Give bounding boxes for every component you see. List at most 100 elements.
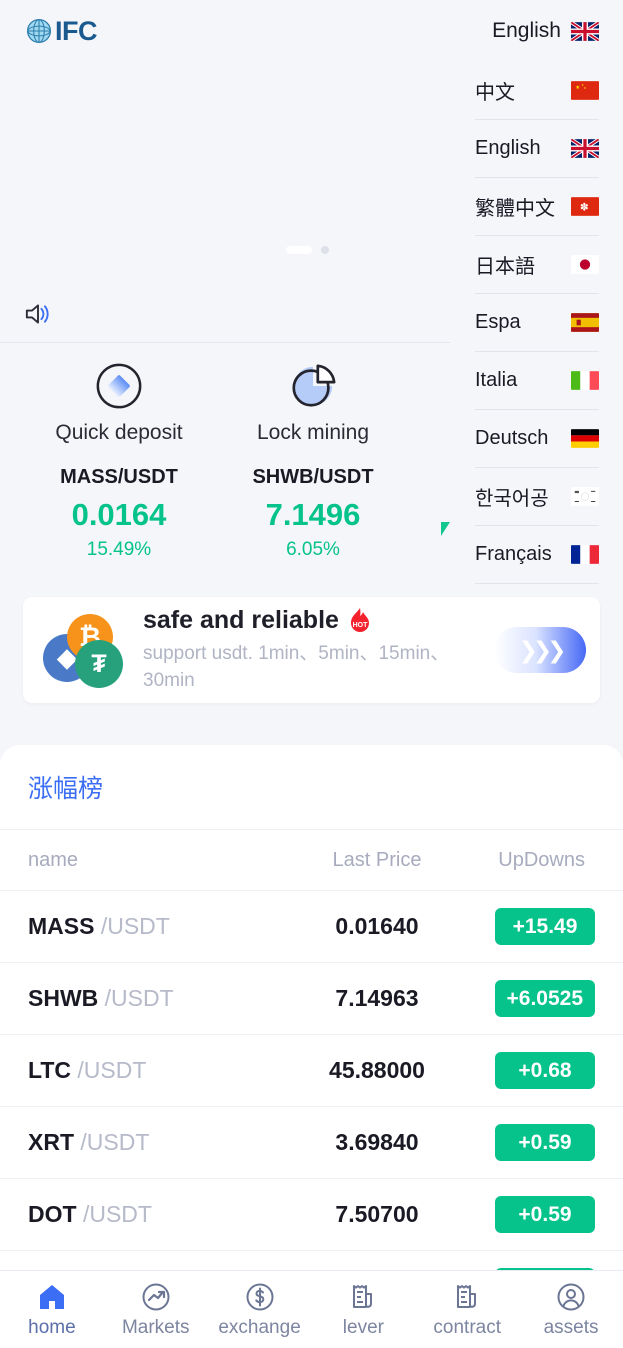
nav-item-assets[interactable]: assets <box>519 1281 623 1339</box>
quick-action-lock-mining[interactable]: Lock mining SHWB/USDT 7.1496 6.05% <box>216 360 410 561</box>
app-root: IFC English 中文 ★ ★ ★ English 繁體中文 ✽ 日本語 … <box>0 0 623 1348</box>
tether-icon: ₮ <box>75 640 123 688</box>
flag-cn-icon: ★ ★ ★ <box>571 81 599 100</box>
language-option-label: Espa <box>475 311 521 333</box>
market-change-cell: +6.0525 <box>474 980 595 1017</box>
market-symbol: XRT <box>28 1129 74 1155</box>
language-option-fr[interactable]: Français <box>475 526 599 584</box>
status-badge: +0.59 <box>495 1196 595 1233</box>
brand-logo[interactable]: IFC <box>26 15 98 47</box>
globe-icon <box>26 18 52 44</box>
chevron-triple-right-icon[interactable]: ❯❯❯ <box>494 627 586 673</box>
ticker-change: 6.05% <box>286 539 340 560</box>
flag-kr-icon <box>571 487 599 506</box>
market-quote: /USDT <box>82 1201 152 1227</box>
status-badge: +0.59 <box>495 1124 595 1161</box>
nav-label: contract <box>433 1316 502 1338</box>
market-change-cell: +0.59 <box>474 1124 595 1161</box>
language-option-de[interactable]: Deutsch <box>475 410 599 468</box>
language-option-en[interactable]: English <box>475 120 599 178</box>
language-option-label: 中文 <box>475 82 515 104</box>
market-quote: /USDT <box>77 1057 147 1083</box>
language-option-it[interactable]: Italia <box>475 352 599 410</box>
nav-label: home <box>28 1316 76 1338</box>
promo-title: safe and reliable <box>143 606 339 635</box>
flag-uk-icon <box>571 21 599 41</box>
table-row[interactable]: LTC /USDT 45.88000 +0.68 <box>0 1034 623 1106</box>
table-row[interactable]: DOT /USDT 7.50700 +0.59 <box>0 1178 623 1250</box>
bottom-navigation: home Markets exchange lever contract ass… <box>0 1270 623 1348</box>
ticker-pair: MASS/USDT <box>60 466 178 488</box>
nav-item-lever[interactable]: lever <box>311 1281 415 1339</box>
user-icon <box>556 1281 586 1313</box>
column-header-change: UpDowns <box>498 848 585 871</box>
status-badge: +6.0525 <box>494 980 595 1017</box>
market-quote: /USDT <box>104 985 174 1011</box>
tab-gainers[interactable]: 涨幅榜 <box>28 769 103 805</box>
carousel-pagination[interactable] <box>286 246 329 254</box>
nav-item-markets[interactable]: Markets <box>104 1281 208 1339</box>
nav-item-contract[interactable]: contract <box>415 1281 519 1339</box>
market-pair: DOT /USDT <box>28 1201 280 1228</box>
language-option-ko[interactable]: 한국어공 <box>475 468 599 526</box>
market-price: 45.88000 <box>329 1057 425 1083</box>
quick-actions-row: Quick deposit MASS/USDT 0.0164 15.49% Lo… <box>0 360 450 561</box>
market-price: 0.01640 <box>335 913 419 939</box>
ticker-up-arrow-icon <box>441 522 450 536</box>
market-change-cell: +15.49 <box>474 908 595 945</box>
language-option-label: Deutsch <box>475 427 549 449</box>
quick-action-label: Quick deposit <box>55 421 183 444</box>
language-option-label: English <box>475 137 541 159</box>
promo-text: safe and reliable HOT support usdt. 1min… <box>133 606 488 693</box>
promo-coin-icons: ◆ ₿ ₮ <box>41 610 133 690</box>
nav-label: lever <box>342 1316 384 1338</box>
diamond-circle-icon <box>94 360 144 412</box>
column-header-price: Last Price <box>332 848 422 871</box>
flag-hk-icon: ✽ <box>571 197 599 216</box>
market-price: 7.14963 <box>335 985 419 1011</box>
carousel-dot[interactable] <box>321 246 329 254</box>
svg-text:★: ★ <box>575 84 580 91</box>
market-price: 7.50700 <box>335 1201 419 1227</box>
market-tab-bar[interactable]: 涨幅榜 <box>0 745 623 830</box>
hot-badge-icon: HOT <box>347 607 373 635</box>
app-header: IFC English <box>0 0 623 62</box>
language-selector-label: English <box>492 19 561 42</box>
table-row[interactable]: MASS /USDT 0.01640 +15.49 <box>0 890 623 962</box>
ticker-change: 15.49% <box>86 539 152 560</box>
market-price: 3.69840 <box>335 1129 419 1155</box>
market-symbol: LTC <box>28 1057 72 1083</box>
brand-name: IFC <box>55 15 98 46</box>
language-option-es[interactable]: Espa <box>475 294 599 352</box>
column-header-name: name <box>28 848 79 871</box>
market-symbol: DOT <box>28 1201 77 1227</box>
market-quote: /USDT <box>80 1129 150 1155</box>
table-row[interactable]: SHWB /USDT 7.14963 +6.0525 <box>0 962 623 1034</box>
nav-item-exchange[interactable]: exchange <box>208 1281 312 1339</box>
nav-item-home[interactable]: home <box>0 1281 104 1339</box>
language-selector[interactable]: English <box>492 19 599 43</box>
nav-label: assets <box>543 1316 599 1338</box>
table-row[interactable]: XRT /USDT 3.69840 +0.59 <box>0 1106 623 1178</box>
promo-banner[interactable]: ◆ ₿ ₮ safe and reliable HOT support usdt… <box>23 597 600 703</box>
home-icon <box>37 1281 67 1313</box>
language-dropdown[interactable]: 中文 ★ ★ ★ English 繁體中文 ✽ 日本語 Espa Italia … <box>453 62 623 584</box>
quick-action-deposit[interactable]: Quick deposit MASS/USDT 0.0164 15.49% <box>22 360 216 561</box>
language-option-zh[interactable]: 中文 ★ ★ ★ <box>475 62 599 120</box>
language-option-ja[interactable]: 日本語 <box>475 236 599 294</box>
status-badge: +15.49 <box>495 908 595 945</box>
market-change-cell: +0.59 <box>474 1196 595 1233</box>
language-option-zh-hant[interactable]: 繁體中文 ✽ <box>475 178 599 236</box>
carousel-dot-active[interactable] <box>286 246 312 254</box>
market-change-cell: +0.68 <box>474 1052 595 1089</box>
language-option-label: Italia <box>475 369 518 391</box>
market-quote: /USDT <box>100 913 170 939</box>
svg-text:HOT: HOT <box>353 622 369 629</box>
market-symbol: SHWB <box>28 985 99 1011</box>
nav-label: Markets <box>121 1316 190 1338</box>
language-option-label: 한국어공 <box>475 488 549 510</box>
ticker-price: 7.1496 <box>265 497 361 532</box>
flag-uk-icon <box>571 139 599 158</box>
flag-de-icon <box>571 429 599 448</box>
announcement-bar[interactable] <box>0 285 450 343</box>
